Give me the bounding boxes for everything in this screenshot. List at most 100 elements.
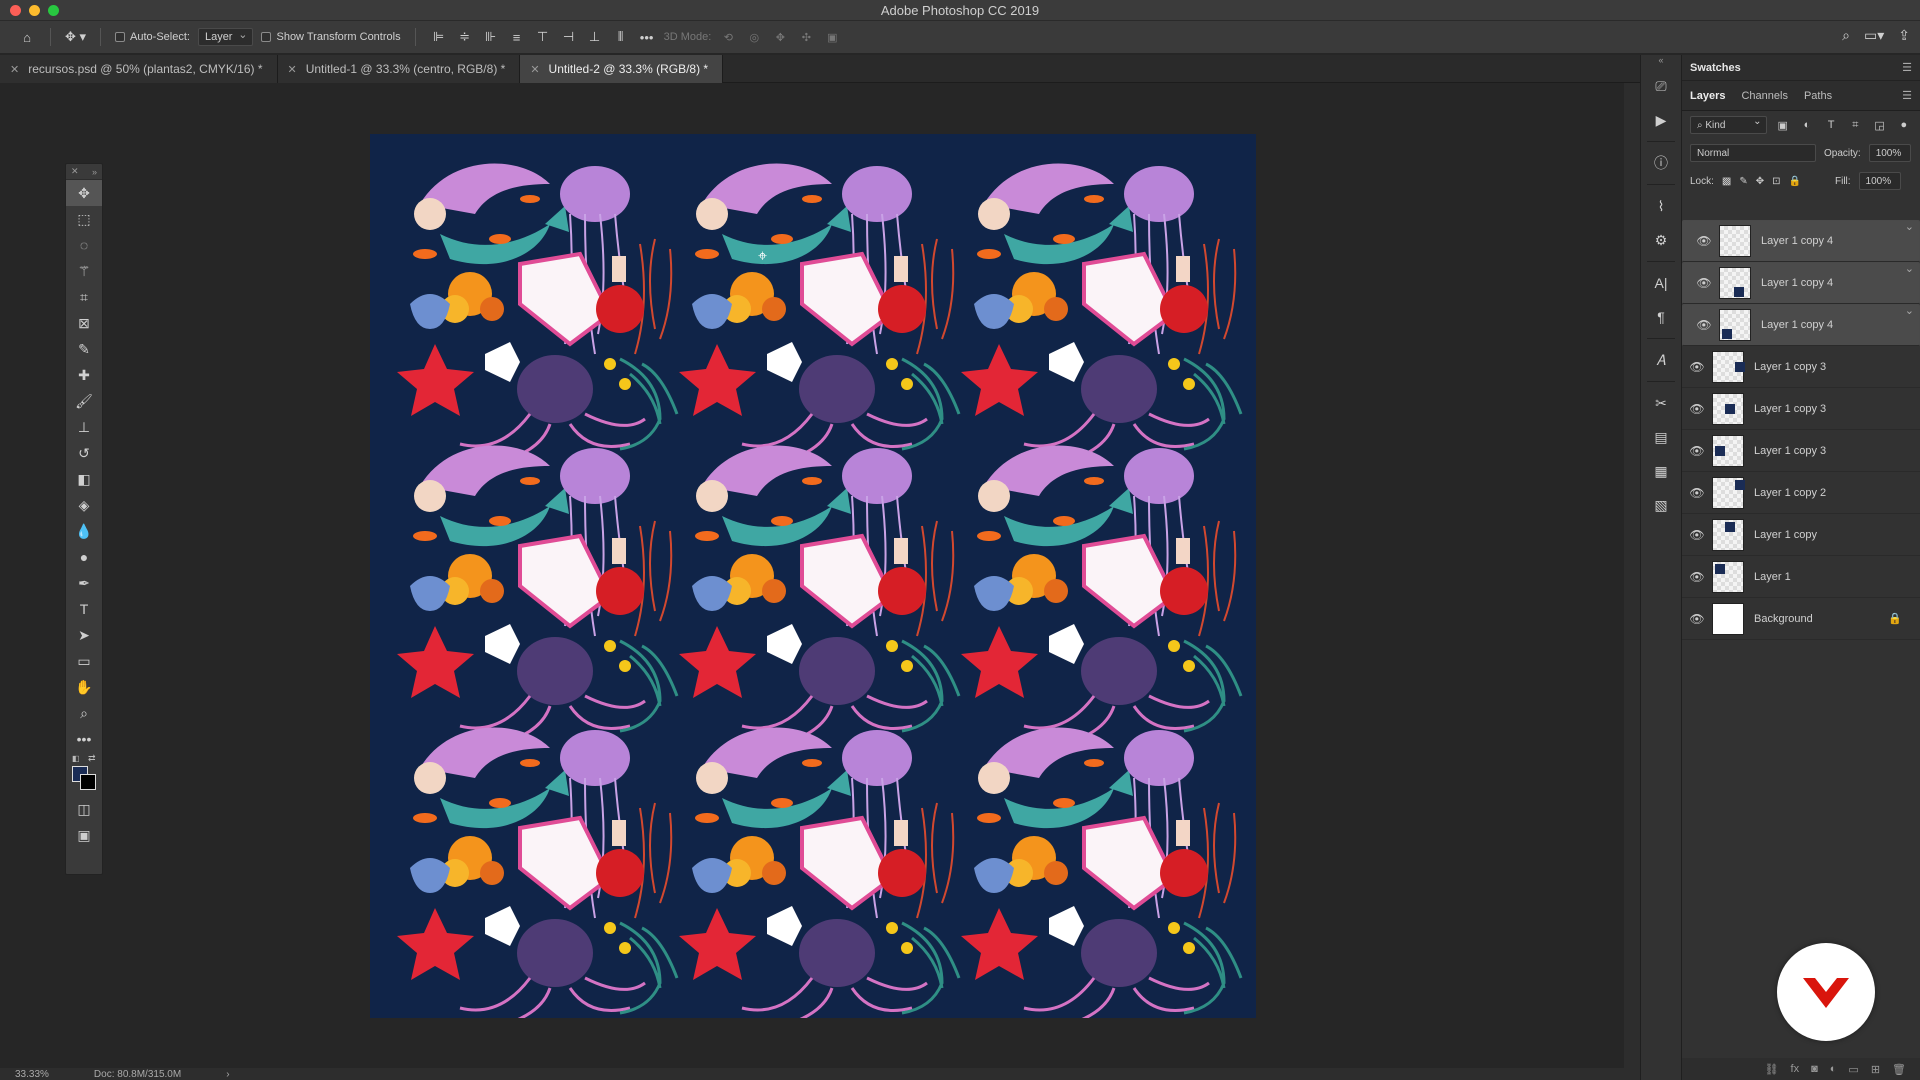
- zoom-window-button[interactable]: [48, 5, 59, 16]
- tab-channels[interactable]: Channels: [1741, 90, 1787, 102]
- eyedropper-icon[interactable]: ✎: [66, 336, 102, 362]
- add-mask-icon[interactable]: ◙: [1811, 1063, 1818, 1075]
- layer-row[interactable]: 👁 Layer 1 copy 4: [1682, 220, 1920, 262]
- lock-transparent-icon[interactable]: ▩: [1722, 176, 1731, 187]
- transform-controls-checkbox[interactable]: Show Transform Controls: [261, 31, 401, 43]
- paragraph-icon[interactable]: ¶: [1641, 300, 1681, 334]
- layer-row[interactable]: 👁 Background 🔒: [1682, 598, 1920, 640]
- tab-untitled-2[interactable]: ✕ Untitled-2 @ 33.3% (RGB/8) *: [520, 55, 724, 83]
- 3d-orbit-icon[interactable]: ⟲: [719, 27, 737, 47]
- libraries-icon[interactable]: ▦: [1641, 454, 1681, 488]
- blend-mode-dropdown[interactable]: Normal: [1690, 144, 1816, 162]
- zoom-level[interactable]: 33.33%: [15, 1069, 49, 1080]
- adjustment-filter-icon[interactable]: ◐: [1799, 119, 1815, 131]
- hand-icon[interactable]: ✋: [66, 674, 102, 700]
- history-brush-icon[interactable]: ↺: [66, 440, 102, 466]
- visibility-eye-icon[interactable]: 👁: [1682, 528, 1712, 542]
- tab-recursos[interactable]: ✕ recursos.psd @ 50% (plantas2, CMYK/16) …: [0, 55, 278, 83]
- tab-layers[interactable]: Layers: [1690, 90, 1725, 102]
- distribute-icon[interactable]: ≡: [508, 27, 526, 47]
- lock-artboard-icon[interactable]: ⊡: [1772, 176, 1780, 187]
- close-panel-icon[interactable]: ✕: [71, 166, 79, 177]
- opacity-input[interactable]: 100%: [1868, 144, 1911, 162]
- visibility-eye-icon[interactable]: 👁: [1682, 360, 1712, 374]
- lock-image-icon[interactable]: ✎: [1739, 176, 1747, 187]
- visibility-eye-icon[interactable]: 👁: [1682, 570, 1712, 584]
- canvas-area[interactable]: [0, 83, 1624, 1068]
- pixel-filter-icon[interactable]: ▣: [1775, 119, 1791, 132]
- visibility-eye-icon[interactable]: 👁: [1682, 402, 1712, 416]
- 3d-roll-icon[interactable]: ◎: [745, 27, 763, 47]
- gradients-icon[interactable]: ▧: [1641, 488, 1681, 522]
- filter-toggle-icon[interactable]: ●: [1896, 119, 1912, 131]
- layer-row[interactable]: 👁 Layer 1 copy 2: [1682, 472, 1920, 514]
- actions-icon[interactable]: ▶: [1641, 103, 1681, 137]
- search-icon[interactable]: ⌕: [1842, 27, 1850, 44]
- lasso-icon[interactable]: ◌: [66, 232, 102, 258]
- background-color[interactable]: [80, 774, 96, 790]
- expand-panel-icon[interactable]: »: [92, 167, 97, 177]
- layer-row[interactable]: 👁 Layer 1 copy 3: [1682, 346, 1920, 388]
- type-filter-icon[interactable]: T: [1823, 119, 1839, 131]
- info-icon[interactable]: ⓘ: [1641, 146, 1681, 180]
- new-adjustment-icon[interactable]: ◐: [1830, 1063, 1837, 1075]
- quick-mask-icon[interactable]: ◫: [66, 796, 102, 822]
- minimize-window-button[interactable]: [29, 5, 40, 16]
- default-colors-icon[interactable]: ◧: [72, 754, 80, 763]
- crop-icon[interactable]: ⌗: [66, 284, 102, 310]
- close-window-button[interactable]: [10, 5, 21, 16]
- 3d-slide-icon[interactable]: ✣: [797, 27, 815, 47]
- bucket-icon[interactable]: ◈: [66, 492, 102, 518]
- magic-wand-icon[interactable]: ⚚: [66, 258, 102, 284]
- auto-select-checkbox[interactable]: Auto-Select:: [115, 31, 190, 43]
- more-options-icon[interactable]: •••: [638, 27, 656, 47]
- adjustments-icon[interactable]: ⚙: [1641, 223, 1681, 257]
- align-bottom-icon[interactable]: ⊥: [586, 27, 604, 47]
- align-right-icon[interactable]: ⊪: [482, 27, 500, 47]
- lock-all-icon[interactable]: 🔒: [1789, 176, 1801, 187]
- home-icon[interactable]: ⌂: [18, 27, 36, 47]
- brush-settings-icon[interactable]: ⌇: [1641, 189, 1681, 223]
- move-tool-preset-icon[interactable]: ✥ ▾: [65, 27, 86, 47]
- zoom-icon[interactable]: ⌕: [66, 700, 102, 726]
- align-top-icon[interactable]: ⊤: [534, 27, 552, 47]
- tool-presets-icon[interactable]: ✂: [1641, 386, 1681, 420]
- history-icon[interactable]: ⎚: [1641, 69, 1681, 103]
- frame-icon[interactable]: ⊠: [66, 310, 102, 336]
- 3d-scale-icon[interactable]: ▣: [823, 27, 841, 47]
- blur-icon[interactable]: 💧: [66, 518, 102, 544]
- pen-icon[interactable]: ✒: [66, 570, 102, 596]
- align-middle-icon[interactable]: ⊣: [560, 27, 578, 47]
- layer-row[interactable]: 👁 Layer 1 copy 4: [1682, 262, 1920, 304]
- type-icon[interactable]: T: [66, 596, 102, 622]
- glyphs-icon[interactable]: 𝐴: [1641, 343, 1681, 377]
- close-tab-icon[interactable]: ✕: [10, 63, 19, 76]
- layer-row[interactable]: 👁 Layer 1: [1682, 556, 1920, 598]
- smart-object-filter-icon[interactable]: ◲: [1872, 119, 1888, 132]
- visibility-eye-icon[interactable]: 👁: [1689, 234, 1719, 248]
- layer-row[interactable]: 👁 Layer 1 copy 3: [1682, 388, 1920, 430]
- visibility-eye-icon[interactable]: 👁: [1682, 444, 1712, 458]
- workspace-icon[interactable]: ▭▾: [1864, 27, 1884, 44]
- share-icon[interactable]: ⇪: [1898, 27, 1910, 44]
- visibility-eye-icon[interactable]: 👁: [1682, 612, 1712, 626]
- move-icon[interactable]: ✥: [66, 180, 102, 206]
- shape-filter-icon[interactable]: ⌗: [1847, 119, 1863, 132]
- tab-paths[interactable]: Paths: [1804, 90, 1832, 102]
- document-canvas[interactable]: [370, 134, 1256, 1018]
- vertical-scrollbar[interactable]: [1624, 83, 1640, 1068]
- dodge-icon[interactable]: ●: [66, 544, 102, 570]
- visibility-eye-icon[interactable]: 👁: [1689, 276, 1719, 290]
- close-tab-icon[interactable]: ✕: [530, 63, 539, 76]
- more-icon[interactable]: •••: [66, 726, 102, 752]
- eraser-icon[interactable]: ◧: [66, 466, 102, 492]
- visibility-eye-icon[interactable]: 👁: [1682, 486, 1712, 500]
- color-swatches[interactable]: ◧ ⇄: [66, 752, 102, 796]
- screen-mode-icon[interactable]: ▣: [66, 822, 102, 848]
- healing-icon[interactable]: ✚: [66, 362, 102, 388]
- status-menu-arrow[interactable]: ›: [226, 1069, 229, 1080]
- fill-input[interactable]: 100%: [1858, 172, 1901, 190]
- brush-icon[interactable]: 🖌: [66, 388, 102, 414]
- visibility-eye-icon[interactable]: 👁: [1689, 318, 1719, 332]
- align-center-icon[interactable]: ≑: [456, 27, 474, 47]
